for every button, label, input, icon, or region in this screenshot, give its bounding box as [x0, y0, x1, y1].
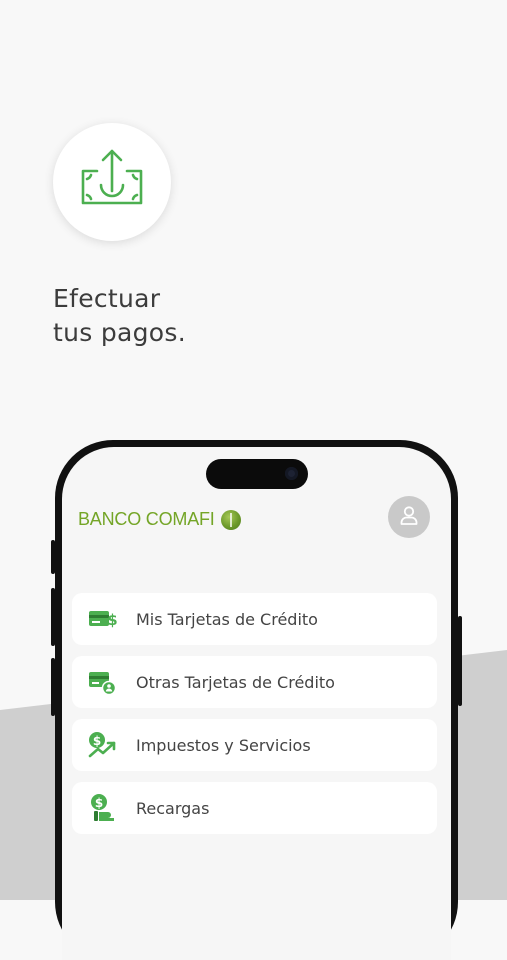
headline-line-1: Efectuar: [53, 284, 161, 313]
bank-brand: BANCO COMAFI: [78, 509, 241, 530]
menu-item-impuestos[interactable]: $ Impuestos y Servicios: [72, 719, 437, 771]
payment-upload-icon-circle: [53, 123, 171, 241]
phone-side-button: [51, 540, 55, 574]
dynamic-island: [206, 459, 308, 489]
phone-screen: BANCO COMAFI $ Mis Tarjetas de Crédito O…: [62, 447, 451, 960]
credit-card-dollar-icon: $: [88, 604, 118, 634]
dollar-trend-icon: $: [88, 730, 118, 760]
comafi-globe-logo-icon: [220, 509, 241, 530]
menu-item-label: Impuestos y Servicios: [136, 735, 311, 755]
dollar-hand-icon: $: [88, 793, 118, 823]
payments-menu: $ Mis Tarjetas de Crédito Otras Tarjetas…: [72, 593, 437, 845]
svg-text:$: $: [107, 611, 117, 629]
headline-line-2: tus pagos.: [53, 318, 186, 347]
menu-item-label: Mis Tarjetas de Crédito: [136, 609, 318, 629]
camera-lens: [285, 467, 298, 480]
brand-name: BANCO COMAFI: [78, 509, 215, 529]
phone-volume-down-button: [51, 658, 55, 716]
menu-item-label: Recargas: [136, 798, 210, 818]
user-icon: [398, 504, 420, 530]
svg-text:$: $: [93, 734, 101, 748]
money-upload-icon: [77, 145, 147, 219]
phone-volume-up-button: [51, 588, 55, 646]
profile-button[interactable]: [388, 496, 430, 538]
phone-mockup: BANCO COMAFI $ Mis Tarjetas de Crédito O…: [51, 440, 462, 960]
phone-power-button: [458, 616, 462, 706]
headline: Efectuar tus pagos.: [53, 282, 186, 350]
credit-card-user-icon: [88, 667, 118, 697]
menu-item-otras-tarjetas[interactable]: Otras Tarjetas de Crédito: [72, 656, 437, 708]
menu-item-recargas[interactable]: $ Recargas: [72, 782, 437, 834]
svg-text:$: $: [95, 796, 103, 810]
menu-item-label: Otras Tarjetas de Crédito: [136, 672, 335, 692]
menu-item-mis-tarjetas[interactable]: $ Mis Tarjetas de Crédito: [72, 593, 437, 645]
